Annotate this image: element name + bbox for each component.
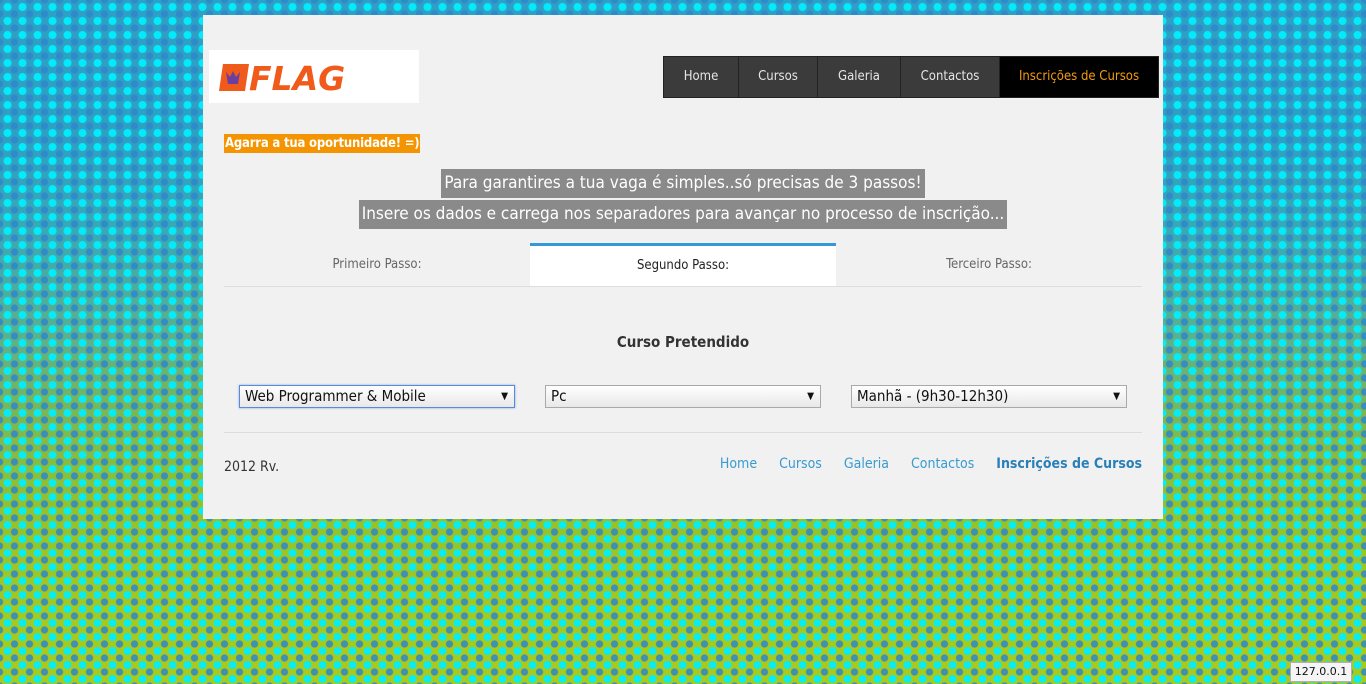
schedule-select[interactable]: Manhã - (9h30-12h30) ▼ bbox=[851, 385, 1127, 408]
tab-primeiro-passo[interactable]: Primeiro Passo: bbox=[224, 243, 530, 286]
footer-nav-cursos[interactable]: Cursos bbox=[779, 456, 822, 472]
course-select-value: Web Programmer & Mobile bbox=[245, 387, 426, 405]
intro-text-1: Para garantires a tua vaga é simples..só… bbox=[441, 169, 925, 198]
nav-home[interactable]: Home bbox=[664, 57, 739, 97]
nav-galeria[interactable]: Galeria bbox=[818, 57, 901, 97]
footer-divider bbox=[224, 432, 1142, 433]
platform-select-value: Pc bbox=[551, 387, 567, 405]
nav-contactos[interactable]: Contactos bbox=[901, 57, 1000, 97]
footer-nav-home[interactable]: Home bbox=[720, 456, 757, 472]
intro-text-2: Insere os dados e carrega nos separadore… bbox=[358, 200, 1008, 229]
chevron-down-icon: ▼ bbox=[1113, 391, 1120, 402]
tab-segundo-passo[interactable]: Segundo Passo: bbox=[530, 243, 836, 286]
chevron-down-icon: ▼ bbox=[501, 391, 508, 402]
logo-graphic: FLAG bbox=[219, 59, 345, 98]
footer-navigation: Home Cursos Galeria Contactos Inscrições… bbox=[698, 456, 1142, 472]
flag-logo[interactable]: FLAG bbox=[209, 50, 419, 103]
status-host-badge: 127.0.0.1 bbox=[1290, 662, 1352, 682]
footer-nav-contactos[interactable]: Contactos bbox=[911, 456, 974, 472]
nav-inscricoes[interactable]: Inscrições de Cursos bbox=[1000, 57, 1158, 97]
copyright: 2012 Rv. bbox=[224, 459, 280, 475]
tagline: Agarra a tua oportunidade! =) bbox=[224, 134, 421, 153]
step-tabs: Primeiro Passo: Segundo Passo: Terceiro … bbox=[224, 243, 1142, 287]
nav-cursos[interactable]: Cursos bbox=[739, 57, 818, 97]
course-select[interactable]: Web Programmer & Mobile ▼ bbox=[239, 385, 515, 408]
form-title: Curso Pretendido bbox=[616, 333, 750, 351]
footer-nav-galeria[interactable]: Galeria bbox=[844, 456, 889, 472]
platform-select[interactable]: Pc ▼ bbox=[545, 385, 821, 408]
page-container: FLAG Home Cursos Galeria Contactos Inscr… bbox=[203, 15, 1163, 519]
intro-line-2: Insere os dados e carrega nos separadore… bbox=[203, 200, 1163, 229]
chevron-down-icon: ▼ bbox=[807, 391, 814, 402]
intro-line-1: Para garantires a tua vaga é simples..só… bbox=[203, 169, 1163, 198]
logo-text: FLAG bbox=[249, 59, 345, 98]
schedule-select-value: Manhã - (9h30-12h30) bbox=[857, 387, 1009, 405]
tab-terceiro-passo[interactable]: Terceiro Passo: bbox=[836, 243, 1142, 286]
footer-nav-inscricoes[interactable]: Inscrições de Cursos bbox=[996, 456, 1142, 472]
top-navigation: Home Cursos Galeria Contactos Inscrições… bbox=[663, 56, 1159, 98]
